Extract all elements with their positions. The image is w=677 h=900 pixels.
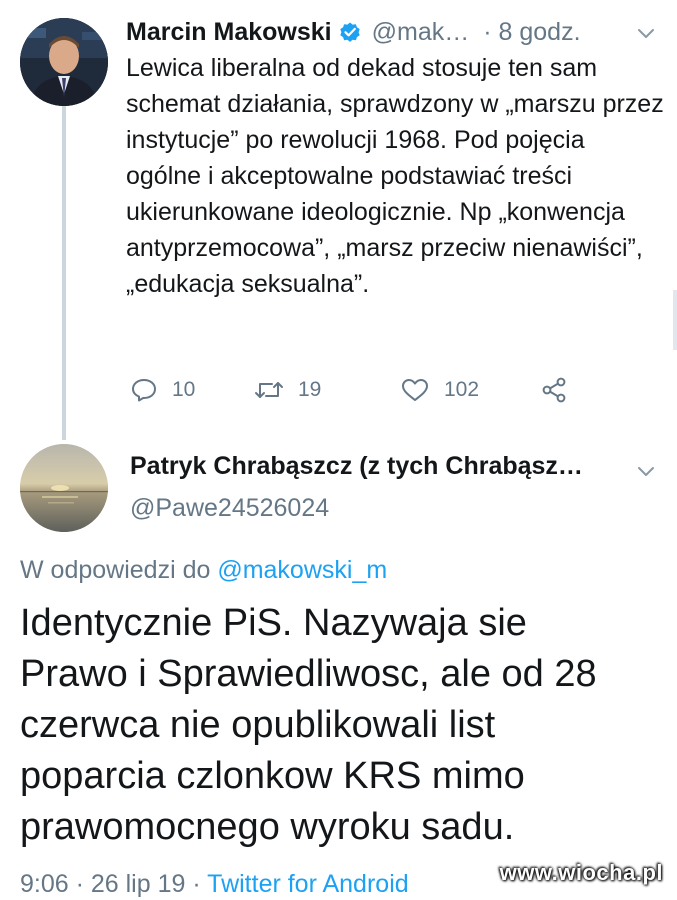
like-button[interactable]: 102: [400, 372, 479, 408]
tweet-timestamp: 9:06 · 26 lip 19 ·: [20, 870, 208, 898]
reply-count: 10: [172, 378, 196, 401]
scrollbar[interactable]: [673, 290, 677, 350]
retweet-button[interactable]: 19: [254, 372, 321, 408]
tweet-source-link[interactable]: Twitter for Android: [207, 870, 408, 898]
reply-prefix: W odpowiedzi do: [20, 556, 218, 584]
tweet-time[interactable]: · 8 godz.: [483, 18, 580, 47]
author-handle[interactable]: @Pawe24526024: [130, 494, 329, 523]
tweet-text: Identycznie PiS. Nazywaja sie Prawo i Sp…: [20, 602, 597, 848]
tweet-header: Marcin Makowski @mak… · 8 godz.: [126, 14, 657, 50]
retweet-icon: [255, 382, 283, 398]
verified-badge-icon: [338, 20, 362, 44]
avatar-image: [20, 444, 108, 532]
chevron-down-icon[interactable]: [635, 460, 657, 482]
tweet-reply[interactable]: Patryk Chrabąszcz (z tych Chrabąsz… @Paw…: [0, 440, 677, 900]
share-button[interactable]: [540, 372, 582, 408]
share-icon: [542, 377, 566, 403]
thread-line: [62, 106, 66, 440]
chevron-down-icon[interactable]: [635, 22, 657, 44]
author-name[interactable]: Patryk Chrabąszcz (z tych Chrabąsz…: [130, 452, 583, 480]
heart-icon: [402, 379, 428, 401]
tweet-main[interactable]: Marcin Makowski @mak… · 8 godz. Lewica l…: [0, 0, 677, 440]
author-name[interactable]: Marcin Makowski: [126, 18, 332, 47]
reply-icon: [132, 379, 156, 402]
tweet-meta: 9:06 · 26 lip 19 · Twitter for Android: [20, 870, 409, 899]
watermark: www.wiocha.pl: [499, 860, 663, 885]
like-count: 102: [444, 378, 480, 401]
avatar-patryk[interactable]: [20, 444, 108, 532]
reply-context: W odpowiedzi do @makowski_m: [20, 556, 387, 585]
retweet-count: 19: [298, 378, 322, 401]
avatar-marcin-makowski[interactable]: [20, 18, 108, 106]
author-handle[interactable]: @mak…: [372, 18, 470, 47]
reply-button[interactable]: 10: [130, 372, 195, 408]
tweet-text: Lewica liberalna od dekad stosuje ten sa…: [126, 54, 664, 298]
tweet-actions: 10 19 102: [130, 372, 590, 408]
reply-mention-link[interactable]: @makowski_m: [217, 556, 387, 584]
avatar-image: [20, 18, 108, 106]
tweet-header: Patryk Chrabąszcz (z tych Chrabąsz…: [130, 452, 657, 488]
